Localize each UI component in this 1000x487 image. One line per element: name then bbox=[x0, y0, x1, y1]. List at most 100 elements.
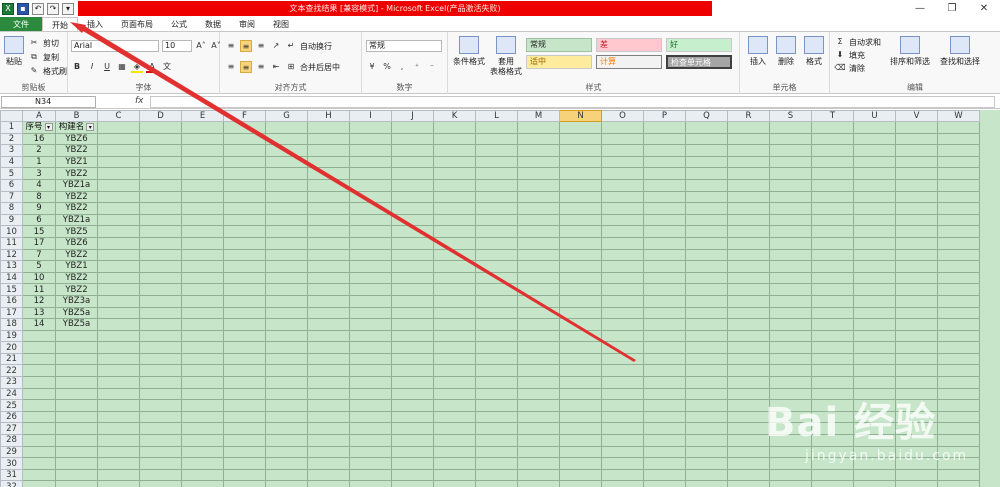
cell[interactable]: 13 bbox=[22, 306, 56, 320]
cell[interactable] bbox=[811, 121, 854, 134]
cell[interactable] bbox=[559, 422, 602, 436]
cell[interactable] bbox=[643, 190, 686, 204]
cell[interactable] bbox=[139, 410, 182, 424]
cell[interactable] bbox=[475, 213, 518, 227]
border-icon[interactable]: ▦ bbox=[116, 61, 128, 73]
cell[interactable] bbox=[643, 352, 686, 366]
cell[interactable] bbox=[895, 248, 938, 262]
cell[interactable] bbox=[937, 410, 980, 424]
cell[interactable] bbox=[97, 213, 140, 227]
cell[interactable] bbox=[223, 213, 266, 227]
cell[interactable] bbox=[727, 167, 770, 180]
cell[interactable] bbox=[811, 283, 854, 296]
bold-button[interactable]: B bbox=[71, 61, 83, 73]
cell[interactable] bbox=[55, 376, 98, 389]
align-bottom-icon[interactable]: ≡ bbox=[255, 40, 267, 52]
cell[interactable] bbox=[517, 457, 560, 470]
cell[interactable] bbox=[643, 387, 686, 401]
cell[interactable] bbox=[811, 364, 854, 378]
style-neutral[interactable]: 适中 bbox=[526, 55, 592, 69]
cell[interactable] bbox=[391, 202, 434, 215]
cell[interactable] bbox=[433, 468, 476, 482]
delete-cells-button[interactable]: 删除 bbox=[774, 36, 798, 67]
cell[interactable] bbox=[97, 457, 140, 470]
cell[interactable] bbox=[223, 225, 266, 238]
cell[interactable] bbox=[265, 271, 308, 285]
cell[interactable] bbox=[265, 283, 308, 296]
cell[interactable] bbox=[55, 341, 98, 354]
align-left-icon[interactable]: ≡ bbox=[225, 61, 237, 73]
cell[interactable] bbox=[349, 190, 392, 204]
cell[interactable] bbox=[391, 144, 434, 157]
cell[interactable] bbox=[811, 225, 854, 238]
cell[interactable] bbox=[307, 457, 350, 470]
cell[interactable]: YBZ2 bbox=[55, 144, 98, 157]
cell[interactable] bbox=[895, 121, 938, 134]
cell[interactable] bbox=[139, 341, 182, 354]
cell[interactable] bbox=[895, 457, 938, 470]
cell[interactable] bbox=[601, 399, 644, 412]
cell[interactable] bbox=[97, 202, 140, 215]
cell[interactable] bbox=[349, 422, 392, 436]
cell[interactable] bbox=[307, 422, 350, 436]
cell[interactable] bbox=[181, 202, 224, 215]
cell[interactable] bbox=[559, 294, 602, 308]
row-header[interactable]: 22 bbox=[0, 364, 23, 378]
cell[interactable] bbox=[307, 410, 350, 424]
cell[interactable] bbox=[685, 352, 728, 366]
cell[interactable] bbox=[727, 294, 770, 308]
cell[interactable] bbox=[685, 283, 728, 296]
cell[interactable] bbox=[391, 306, 434, 320]
cell[interactable] bbox=[307, 341, 350, 354]
cell[interactable] bbox=[769, 387, 812, 401]
row-header[interactable]: 4 bbox=[0, 155, 23, 169]
cell[interactable] bbox=[139, 294, 182, 308]
cell[interactable] bbox=[811, 213, 854, 227]
cell[interactable] bbox=[769, 352, 812, 366]
cell[interactable] bbox=[349, 341, 392, 354]
cell[interactable] bbox=[643, 132, 686, 146]
cell[interactable] bbox=[811, 202, 854, 215]
cell[interactable] bbox=[181, 422, 224, 436]
cell[interactable] bbox=[55, 434, 98, 447]
cell[interactable] bbox=[55, 329, 98, 343]
cell[interactable] bbox=[769, 422, 812, 436]
cell[interactable] bbox=[349, 329, 392, 343]
cell[interactable] bbox=[265, 329, 308, 343]
style-check-cell[interactable]: 检查单元格 bbox=[666, 55, 732, 69]
cell[interactable] bbox=[97, 271, 140, 285]
cell[interactable] bbox=[685, 178, 728, 192]
cell[interactable] bbox=[223, 306, 266, 320]
cell[interactable] bbox=[517, 399, 560, 412]
cell[interactable] bbox=[181, 306, 224, 320]
cell[interactable] bbox=[475, 294, 518, 308]
cell[interactable] bbox=[853, 445, 896, 459]
cell[interactable] bbox=[97, 376, 140, 389]
cell[interactable] bbox=[349, 225, 392, 238]
cell[interactable] bbox=[853, 364, 896, 378]
cell[interactable] bbox=[811, 294, 854, 308]
cell[interactable]: 4 bbox=[22, 178, 56, 192]
cell[interactable] bbox=[97, 132, 140, 146]
cell[interactable] bbox=[349, 167, 392, 180]
cell[interactable] bbox=[937, 294, 980, 308]
row-header[interactable]: 23 bbox=[0, 376, 23, 389]
cell[interactable] bbox=[895, 434, 938, 447]
column-header[interactable]: S bbox=[769, 110, 812, 122]
cell[interactable] bbox=[937, 271, 980, 285]
cell[interactable] bbox=[307, 318, 350, 331]
cell[interactable] bbox=[895, 167, 938, 180]
wrap-text-button[interactable]: 自动换行 bbox=[300, 41, 332, 52]
cell[interactable] bbox=[601, 121, 644, 134]
column-header[interactable]: C bbox=[97, 110, 140, 122]
cell[interactable] bbox=[349, 306, 392, 320]
cell[interactable] bbox=[559, 271, 602, 285]
cell[interactable] bbox=[559, 283, 602, 296]
cell[interactable] bbox=[139, 329, 182, 343]
cell[interactable] bbox=[601, 190, 644, 204]
cell[interactable] bbox=[601, 260, 644, 273]
formula-input[interactable] bbox=[150, 96, 995, 108]
tab-review[interactable]: 审阅 bbox=[230, 17, 264, 31]
cell[interactable]: 10 bbox=[22, 271, 56, 285]
cell[interactable] bbox=[433, 190, 476, 204]
